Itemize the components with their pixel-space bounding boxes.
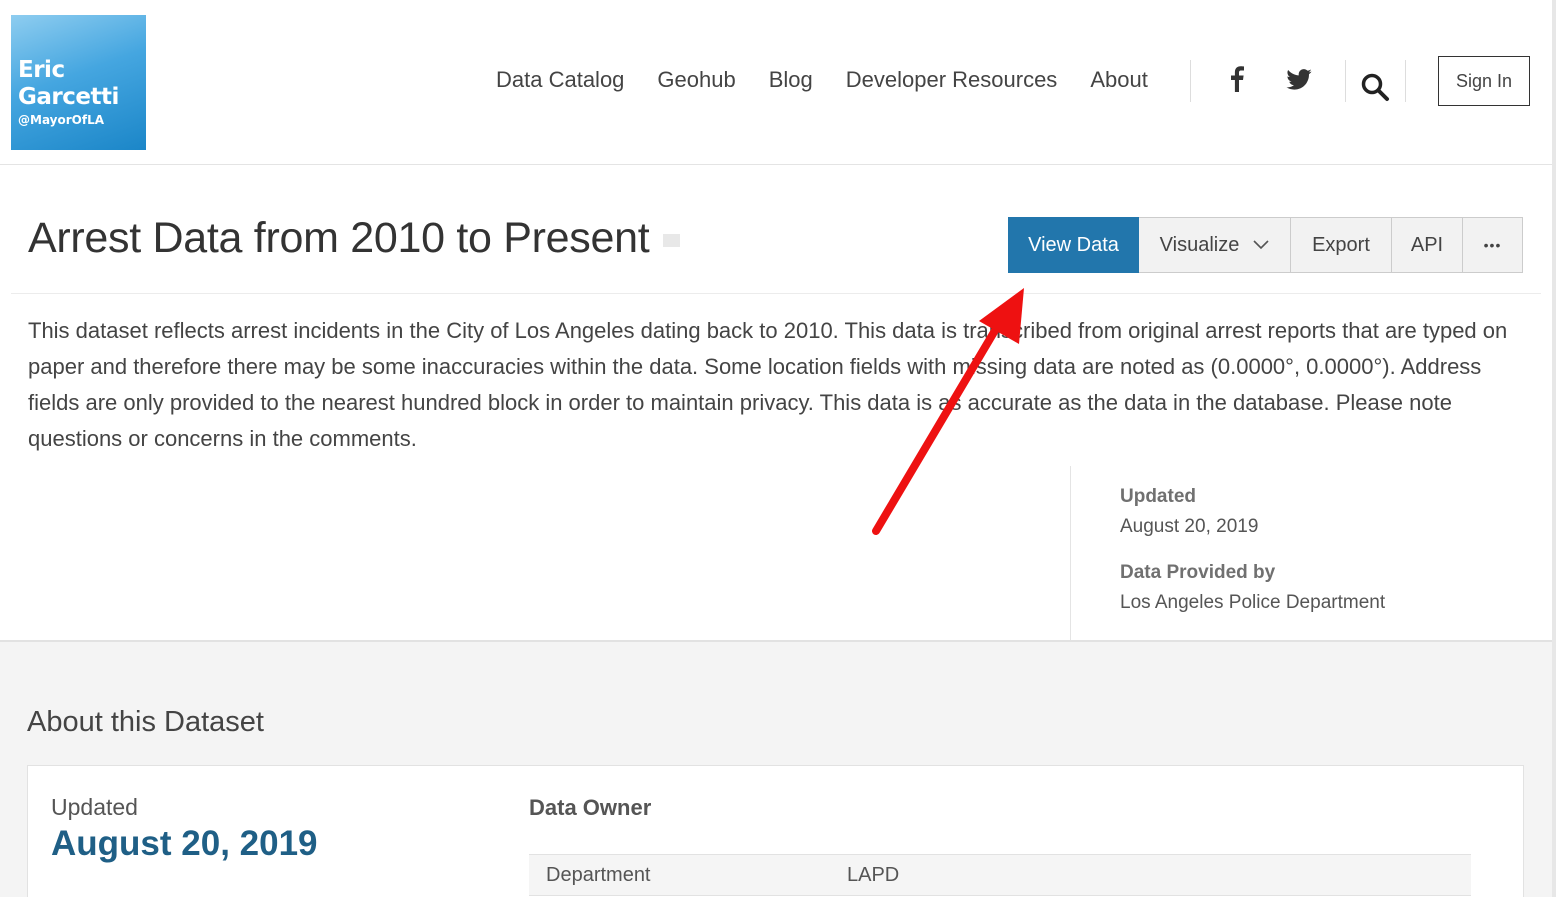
meta-updated-value: August 20, 2019 [1120, 516, 1259, 537]
main-nav: Data Catalog Geohub Blog Developer Resou… [496, 62, 1148, 98]
scrollbar-track[interactable] [1552, 0, 1556, 897]
about-section: About this Dataset Updated August 20, 20… [0, 640, 1552, 897]
meta-provider-label: Data Provided by [1120, 562, 1276, 583]
dataset-meta: Updated August 20, 2019 Data Provided by… [1070, 466, 1552, 641]
site-header: Eric Garcetti @MayorOfLA Data Catalog Ge… [0, 0, 1556, 165]
dataset-description: This dataset reflects arrest incidents i… [28, 318, 1508, 451]
page-title: Arrest Data from 2010 to Present [28, 214, 681, 263]
about-card: Updated August 20, 2019 Data Owner Depar… [27, 765, 1524, 897]
nav-developer-resources[interactable]: Developer Resources [846, 67, 1058, 93]
owner-value: LAPD [847, 863, 900, 886]
about-updated-label: Updated [51, 794, 138, 820]
data-owner-heading: Data Owner [529, 795, 652, 820]
facebook-icon[interactable] [1222, 62, 1252, 96]
visualize-label: Visualize [1159, 233, 1240, 256]
view-data-button[interactable]: View Data [1008, 217, 1139, 273]
logo-name-line1: Eric [18, 57, 65, 83]
chevron-down-icon [1253, 240, 1269, 250]
dataset-actions: View Data Visualize Export API ••• [1008, 217, 1523, 273]
owner-key: Department [546, 863, 651, 886]
api-button[interactable]: API [1392, 217, 1463, 273]
social-divider [1345, 60, 1346, 102]
meta-provider: Data Provided by Los Angeles Police Depa… [1120, 562, 1552, 614]
meta-updated: Updated August 20, 2019 [1120, 486, 1552, 538]
table-row: Department LAPD [529, 854, 1471, 896]
title-divider [11, 293, 1541, 294]
nav-data-catalog[interactable]: Data Catalog [496, 67, 624, 93]
nav-divider [1190, 60, 1191, 102]
twitter-icon[interactable] [1284, 62, 1314, 96]
mayor-logo[interactable]: Eric Garcetti @MayorOfLA [11, 15, 146, 150]
visualize-button[interactable]: Visualize [1139, 217, 1291, 273]
nav-blog[interactable]: Blog [769, 67, 813, 93]
export-button[interactable]: Export [1291, 217, 1392, 273]
about-title: About this Dataset [27, 706, 264, 738]
nav-about[interactable]: About [1090, 67, 1148, 93]
dataset-title-text: Arrest Data from 2010 to Present [28, 214, 650, 262]
search-divider [1405, 60, 1406, 102]
meta-updated-label: Updated [1120, 486, 1196, 507]
about-updated-date: August 20, 2019 [51, 824, 318, 863]
visibility-marker [663, 234, 681, 248]
more-actions-button[interactable]: ••• [1463, 217, 1523, 273]
search-icon[interactable] [1360, 70, 1390, 104]
nav-geohub[interactable]: Geohub [657, 67, 735, 93]
logo-name-line2: Garcetti [18, 84, 119, 110]
logo-handle: @MayorOfLA [18, 113, 105, 127]
meta-provider-value: Los Angeles Police Department [1120, 592, 1386, 613]
sign-in-button[interactable]: Sign In [1438, 56, 1530, 106]
